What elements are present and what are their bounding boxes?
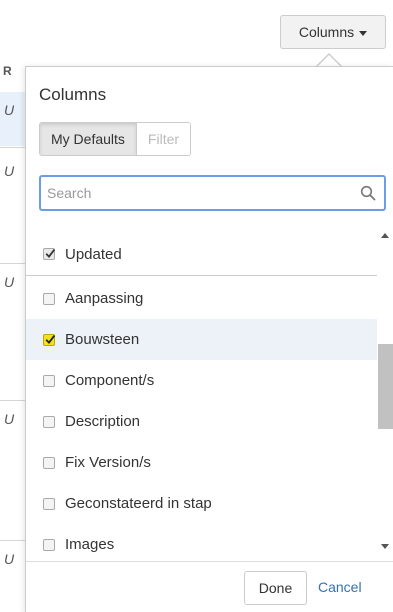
list-item-label: Geconstateerd in stap — [65, 495, 212, 512]
scroll-down-arrow-icon[interactable] — [381, 544, 389, 549]
list-item-label: Component/s — [65, 372, 155, 389]
list-item-updated[interactable]: Updated — [26, 233, 377, 276]
popup-title: Columns — [39, 85, 107, 104]
list-item-images[interactable]: Images — [26, 524, 377, 561]
search-input[interactable] — [47, 177, 347, 209]
list-item-label: Bouwsteen — [65, 331, 140, 348]
checkbox[interactable] — [43, 415, 55, 428]
table-cell: U — [4, 102, 15, 118]
checkbox[interactable] — [43, 497, 55, 510]
list-item-label: Updated — [65, 245, 122, 263]
tab-my-defaults[interactable]: My Defaults — [40, 123, 137, 155]
table-header-cell: R — [3, 64, 12, 78]
table-cell: U — [4, 274, 15, 290]
list-item-aanpassing[interactable]: Aanpassing — [26, 278, 377, 319]
checkbox[interactable] — [43, 374, 55, 387]
chevron-down-icon — [359, 30, 368, 36]
columns-button-label: Columns — [298, 24, 355, 40]
column-source-toggle: My Defaults Filter — [39, 122, 192, 156]
cancel-link[interactable]: Cancel — [318, 579, 362, 595]
column-list: Updated Aanpassing Bouwsteen Component/s… — [26, 233, 377, 561]
scroll-up-arrow-icon[interactable] — [381, 233, 389, 238]
columns-popup: Columns My Defaults Filter Updated Aanpa… — [25, 66, 393, 612]
table-cell: U — [4, 163, 15, 179]
columns-button[interactable]: Columns — [280, 15, 386, 49]
scrollbar-thumb[interactable] — [378, 344, 393, 429]
list-item-label: Description — [65, 413, 141, 430]
search-box — [39, 175, 386, 211]
list-item-label: Fix Version/s — [65, 454, 151, 471]
list-item-geconstateerd-in-stap[interactable]: Geconstateerd in stap — [26, 483, 377, 524]
list-item-fix-versions[interactable]: Fix Version/s — [26, 442, 377, 483]
search-icon[interactable] — [360, 185, 376, 201]
checkbox[interactable] — [43, 248, 56, 260]
checkbox[interactable] — [43, 333, 56, 346]
checkbox[interactable] — [43, 538, 55, 551]
scrollbar[interactable] — [377, 227, 393, 553]
table-cell: U — [4, 411, 15, 427]
popup-footer: Done Cancel — [26, 561, 393, 612]
list-item-label: Aanpassing — [65, 290, 144, 307]
table-cell: U — [4, 551, 15, 567]
tab-filter[interactable]: Filter — [136, 123, 191, 155]
list-item-components[interactable]: Component/s — [26, 360, 377, 401]
list-item-label: Images — [65, 536, 115, 553]
done-button[interactable]: Done — [244, 571, 307, 605]
checkbox[interactable] — [43, 456, 55, 469]
list-item-bouwsteen[interactable]: Bouwsteen — [26, 319, 377, 360]
list-item-description[interactable]: Description — [26, 401, 377, 442]
checkbox[interactable] — [43, 292, 55, 305]
